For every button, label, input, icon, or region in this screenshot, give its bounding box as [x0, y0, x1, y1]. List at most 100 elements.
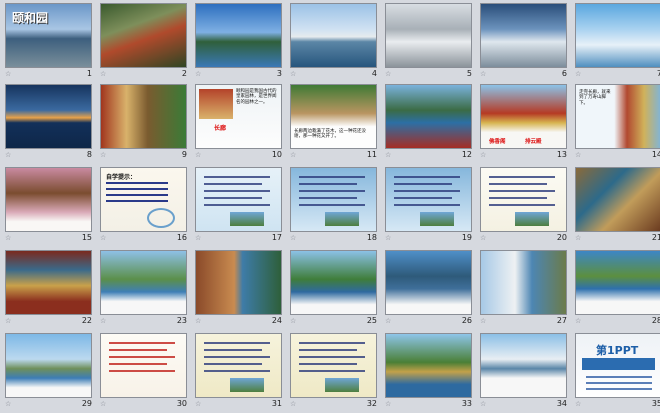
slide-preview[interactable]: 佛香阁 排云殿: [480, 84, 567, 149]
slide-preview[interactable]: [5, 250, 92, 315]
slide-label: 长廊: [214, 125, 227, 132]
slide-preview[interactable]: [290, 333, 377, 398]
slide-preview[interactable]: [100, 84, 187, 149]
transition-star-icon: ☆: [385, 151, 392, 159]
slide-preview[interactable]: [480, 250, 567, 315]
slide-thumbnail-24[interactable]: 24 ☆: [192, 249, 286, 330]
text-line: [299, 363, 357, 365]
slide-preview[interactable]: [575, 250, 660, 315]
transition-star-icon: ☆: [290, 400, 297, 408]
slide-preview[interactable]: 自学提示：: [100, 167, 187, 232]
slide-thumbnail-34[interactable]: 34 ☆: [477, 332, 571, 413]
text-line: [394, 204, 460, 206]
slide-number: 17: [271, 233, 282, 242]
slide-thumbnail-9[interactable]: 9 ☆: [97, 83, 191, 164]
slide-thumbnail-32[interactable]: 32 ☆: [287, 332, 381, 413]
transition-star-icon: ☆: [5, 70, 12, 78]
slide-thumbnail-27[interactable]: 27 ☆: [477, 249, 571, 330]
slide-thumbnail-15[interactable]: 15 ☆: [2, 166, 96, 247]
slide-number: 8: [86, 150, 92, 159]
slide-thumbnail-4[interactable]: 4 ☆: [287, 2, 381, 83]
slide-thumbnail-10[interactable]: 颐和园是我国古代的皇家园林，是世界闻名的园林之一。 长廊 10 ☆: [192, 83, 286, 164]
slide-thumbnail-1[interactable]: 颐和园 1 ☆: [2, 2, 96, 83]
slide-number: 3: [276, 69, 282, 78]
slide-thumbnail-12[interactable]: 12 ☆: [382, 83, 476, 164]
slide-thumbnail-28[interactable]: 28 ☆: [572, 249, 660, 330]
slide-preview[interactable]: [100, 3, 187, 68]
slide-thumbnail-7[interactable]: 7 ☆: [572, 2, 660, 83]
text-line: [204, 183, 262, 185]
slide-preview[interactable]: [385, 84, 472, 149]
slide-preview[interactable]: [290, 250, 377, 315]
slide-thumbnail-11[interactable]: 长廊两边栽满了花木，这一种花还没谢，那一种花又开了。 11 ☆: [287, 83, 381, 164]
slide-thumbnail-14[interactable]: 走完长廊，就来到了万寿山脚下。 14 ☆: [572, 83, 660, 164]
text-line: [109, 370, 175, 372]
slide-preview[interactable]: [195, 250, 282, 315]
slide-photo: [420, 212, 454, 226]
slide-preview[interactable]: [100, 333, 187, 398]
slide-preview[interactable]: [195, 167, 282, 232]
text-line: [299, 349, 357, 351]
slide-preview[interactable]: 走完长廊，就来到了万寿山脚下。: [575, 84, 660, 149]
slide-thumbnail-33[interactable]: 33 ☆: [382, 332, 476, 413]
slide-thumbnail-3[interactable]: 3 ☆: [192, 2, 286, 83]
slide-thumbnail-31[interactable]: 31 ☆: [192, 332, 286, 413]
slide-preview[interactable]: [100, 250, 187, 315]
ornament-icon: [147, 208, 175, 228]
slide-number: 13: [556, 150, 567, 159]
slide-preview[interactable]: [5, 167, 92, 232]
slide-preview[interactable]: [480, 333, 567, 398]
slide-preview[interactable]: [385, 3, 472, 68]
text-line: [299, 370, 365, 372]
slide-thumbnail-26[interactable]: 26 ☆: [382, 249, 476, 330]
slide-thumbnail-6[interactable]: 6 ☆: [477, 2, 571, 83]
slide-preview[interactable]: [575, 167, 660, 232]
slide-thumbnail-17[interactable]: 17 ☆: [192, 166, 286, 247]
slide-preview[interactable]: [480, 3, 567, 68]
slide-preview[interactable]: 颐和园是我国古代的皇家园林，是世界闻名的园林之一。 长廊: [195, 84, 282, 149]
slide-preview[interactable]: 颐和园: [5, 3, 92, 68]
slide-preview[interactable]: [290, 3, 377, 68]
transition-star-icon: ☆: [195, 400, 202, 408]
slide-number: 19: [461, 233, 472, 242]
slide-preview[interactable]: [5, 84, 92, 149]
slide-preview[interactable]: [385, 333, 472, 398]
slide-thumbnail-13[interactable]: 佛香阁 排云殿 13 ☆: [477, 83, 571, 164]
slide-number: 4: [371, 69, 377, 78]
slide-thumbnail-19[interactable]: 19 ☆: [382, 166, 476, 247]
slide-preview[interactable]: [385, 250, 472, 315]
slide-preview[interactable]: [195, 333, 282, 398]
transition-star-icon: ☆: [100, 234, 107, 242]
slide-thumbnail-8[interactable]: 8 ☆: [2, 83, 96, 164]
slide-label: 佛香阁: [489, 139, 506, 145]
text-line: [299, 190, 365, 192]
text-line: [204, 349, 262, 351]
slide-thumbnail-18[interactable]: 18 ☆: [287, 166, 381, 247]
slide-preview[interactable]: 第1PPT: [575, 333, 660, 398]
slide-thumbnail-30[interactable]: 30 ☆: [97, 332, 191, 413]
slide-thumbnail-5[interactable]: 5 ☆: [382, 2, 476, 83]
text-line: [299, 204, 365, 206]
slide-preview[interactable]: [290, 167, 377, 232]
slide-preview[interactable]: [5, 333, 92, 398]
slide-thumbnail-29[interactable]: 29 ☆: [2, 332, 96, 413]
transition-star-icon: ☆: [575, 151, 582, 159]
slide-thumbnail-21[interactable]: 21 ☆: [572, 166, 660, 247]
slide-thumbnail-35[interactable]: 第1PPT 35 ☆: [572, 332, 660, 413]
slide-thumbnail-20[interactable]: 20 ☆: [477, 166, 571, 247]
slide-preview[interactable]: [195, 3, 282, 68]
slide-number: 26: [461, 316, 472, 325]
slide-thumbnail-22[interactable]: 22 ☆: [2, 249, 96, 330]
slide-preview[interactable]: 长廊两边栽满了花木，这一种花还没谢，那一种花又开了。: [290, 84, 377, 149]
slide-thumbnail-16[interactable]: 自学提示： 16 ☆: [97, 166, 191, 247]
slide-thumbnail-2[interactable]: 2 ☆: [97, 2, 191, 83]
slide-preview[interactable]: [575, 3, 660, 68]
ppt-link-line: [586, 388, 652, 390]
slide-thumbnail-25[interactable]: 25 ☆: [287, 249, 381, 330]
slide-thumbnail-23[interactable]: 23 ☆: [97, 249, 191, 330]
transition-star-icon: ☆: [195, 234, 202, 242]
slide-preview[interactable]: [480, 167, 567, 232]
ppt-link-line: [586, 376, 652, 378]
text-line: [299, 183, 357, 185]
slide-preview[interactable]: [385, 167, 472, 232]
